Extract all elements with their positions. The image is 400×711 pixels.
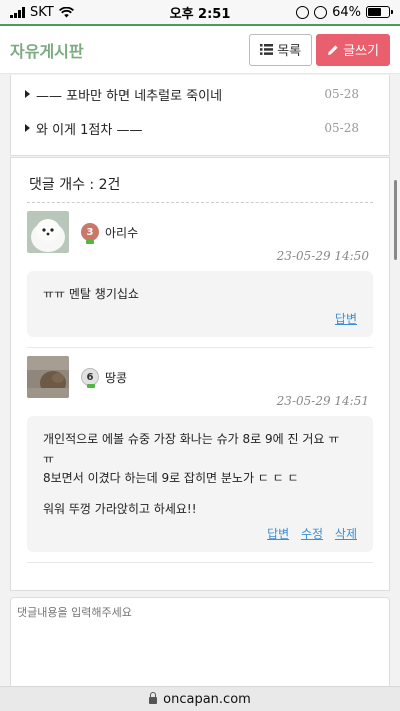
triangle-right-icon <box>25 90 30 98</box>
comment-item: 6 땅콩 23-05-29 14:51 개인적으로 에볼 슈중 가장 화나는 슈… <box>27 348 373 564</box>
comment-blank-line <box>43 488 357 500</box>
avatar <box>27 211 69 253</box>
comment-text-line: 8보면서 이겼다 하는데 9로 잡히면 분노가 ㄷ ㄷ ㄷ <box>43 470 299 485</box>
comment-nickname[interactable]: 땅콩 <box>105 369 127 386</box>
comment-item: 3 아리수 23-05-29 14:50 ㅠㅠ 멘탈 챙기십쇼 답변 <box>27 203 373 349</box>
comment-header: 6 땅콩 <box>27 356 373 399</box>
write-button[interactable]: 글쓰기 <box>316 33 390 66</box>
comment-actions: 답변 수정 삭제 <box>43 525 357 544</box>
related-post-item[interactable]: 와 이게 1점차 —— 05-28 <box>25 111 375 145</box>
list-button[interactable]: 목록 <box>249 33 313 66</box>
triangle-right-icon <box>25 124 30 132</box>
comment-input[interactable] <box>17 604 383 694</box>
wifi-icon <box>58 6 74 17</box>
pencil-icon <box>328 44 338 55</box>
reply-link[interactable]: 답변 <box>267 527 289 541</box>
related-post-title[interactable]: 와 이게 1점차 —— <box>36 119 324 138</box>
level-badge: 6 <box>81 368 99 389</box>
related-post-date: 05-28 <box>324 121 359 135</box>
related-post-item[interactable]: —— 포바만 하면 네추럴로 죽이네 05-28 <box>25 77 375 111</box>
board-title[interactable]: 자유게시판 <box>10 38 249 62</box>
list-icon <box>260 44 274 55</box>
comment-actions: 답변 <box>43 310 357 329</box>
comments-section: 댓글 개수 : 2건 3 아리수 23-05-29 14:50 ㅠㅠ 멘탈 챙기… <box>10 157 390 591</box>
write-button-label: 글쓰기 <box>343 44 379 59</box>
related-post-title[interactable]: —— 포바만 하면 네추럴로 죽이네 <box>36 85 324 104</box>
battery-icon <box>366 6 393 18</box>
carrier-label: SKT <box>30 4 54 20</box>
delete-link[interactable]: 삭제 <box>335 527 357 541</box>
list-button-label: 목록 <box>277 44 302 59</box>
reply-link[interactable]: 답변 <box>335 312 357 326</box>
comment-count: 댓글 개수 : 2건 <box>27 174 373 203</box>
status-bar: SKT 오후 2:51 64% <box>0 0 400 24</box>
comment-text-line: 개인적으로 에볼 슈중 가장 화나는 슈가 8로 9에 진 거요 ㅠ <box>43 432 340 447</box>
comment-date: 23-05-29 14:50 <box>276 249 369 263</box>
comment-header: 3 아리수 <box>27 211 373 253</box>
scrollbar[interactable] <box>394 180 397 260</box>
battery-fill <box>368 8 381 16</box>
orientation-lock-icon <box>296 5 310 19</box>
comment-date: 23-05-29 14:51 <box>276 394 369 409</box>
clock: 오후 2:51 <box>169 6 231 22</box>
comment-text-line: 워워 뚜껑 가라앉히고 하세요!! <box>43 501 197 516</box>
status-left: SKT <box>10 5 140 20</box>
comment-text-line: ㅠ <box>43 451 55 466</box>
comment-nickname[interactable]: 아리수 <box>105 224 138 241</box>
url-bar[interactable]: oncapan.com <box>0 686 400 711</box>
url-domain: oncapan.com <box>163 691 251 707</box>
battery-percent: 64% <box>332 4 361 20</box>
related-post-date: 05-28 <box>324 87 359 101</box>
avatar <box>27 356 69 399</box>
signal-icon <box>10 6 25 18</box>
comment-text-line: ㅠㅠ 멘탈 챙기십쇼 <box>43 287 139 301</box>
comment-body: 개인적으로 에볼 슈중 가장 화나는 슈가 8로 9에 진 거요 ㅠ ㅠ 8보면… <box>27 416 373 553</box>
comment-body: ㅠㅠ 멘탈 챙기십쇼 답변 <box>27 271 373 338</box>
level-badge: 3 <box>81 223 99 244</box>
edit-link[interactable]: 수정 <box>301 527 323 541</box>
board-header: 자유게시판 목록 글쓰기 <box>0 24 400 74</box>
related-posts-list: —— 포바만 하면 네추럴로 죽이네 05-28 와 이게 1점차 —— 05-… <box>10 75 390 156</box>
status-right: 64% <box>260 4 393 20</box>
alarm-icon <box>314 5 328 19</box>
lock-icon <box>149 692 158 704</box>
